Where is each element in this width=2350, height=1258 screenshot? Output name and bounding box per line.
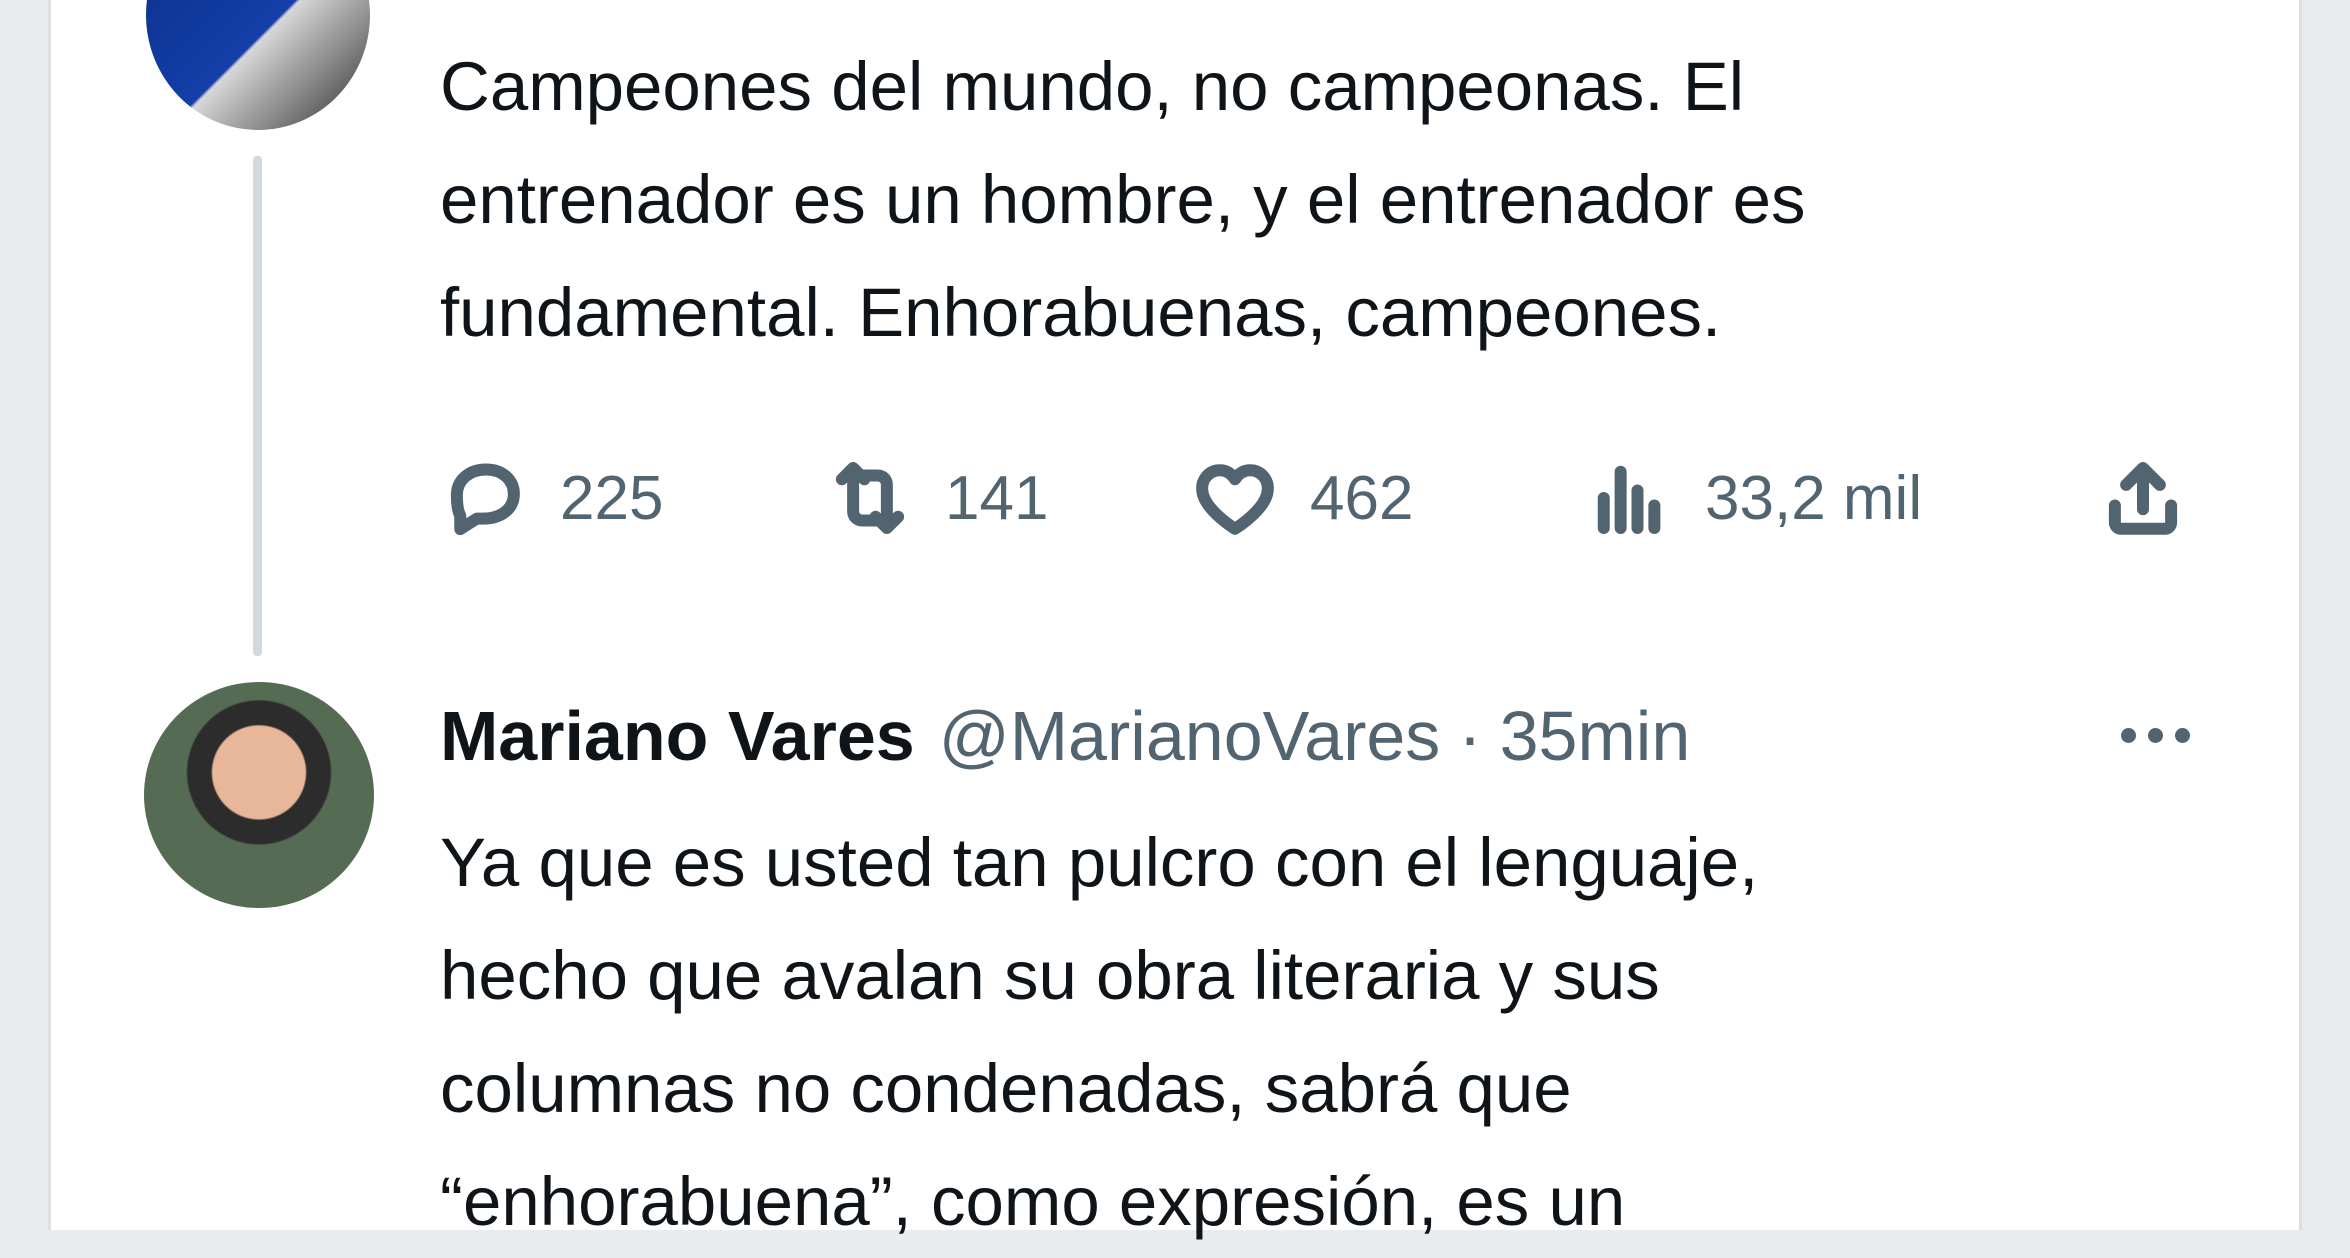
views-icon — [1597, 465, 1661, 534]
timestamp[interactable]: 35min — [1500, 696, 1691, 776]
views-count: 33,2 mil — [1705, 463, 1923, 533]
reply-header: Mariano Vares @MarianoVares · 35min — [440, 686, 1690, 786]
share-button[interactable] — [2098, 448, 2188, 548]
retweet-count: 141 — [945, 463, 1049, 533]
author-handle[interactable]: @MarianoVares — [939, 696, 1441, 776]
separator-dot: · — [1458, 697, 1482, 775]
tweet-text: Campeones del mundo, no campeonas. El en… — [440, 48, 1806, 351]
thread-connector-line — [253, 156, 262, 656]
like-icon — [1196, 464, 1274, 535]
retweet-icon — [835, 462, 905, 534]
share-icon — [2108, 462, 2178, 535]
reply-author-avatar[interactable] — [144, 682, 374, 908]
reply-count: 225 — [560, 463, 664, 533]
like-button[interactable]: 462 — [1190, 448, 1413, 548]
reply-text: Ya que es usted tan pulcro con el lengua… — [440, 824, 1759, 1240]
reply-icon — [450, 463, 520, 536]
retweet-button[interactable]: 141 — [825, 448, 1048, 548]
more-icon[interactable] — [2110, 700, 2200, 770]
views-button[interactable]: 33,2 mil — [1585, 448, 1922, 548]
like-count: 462 — [1310, 463, 1414, 533]
author-name[interactable]: Mariano Vares — [440, 696, 915, 776]
reply-button[interactable]: 225 — [440, 448, 663, 548]
